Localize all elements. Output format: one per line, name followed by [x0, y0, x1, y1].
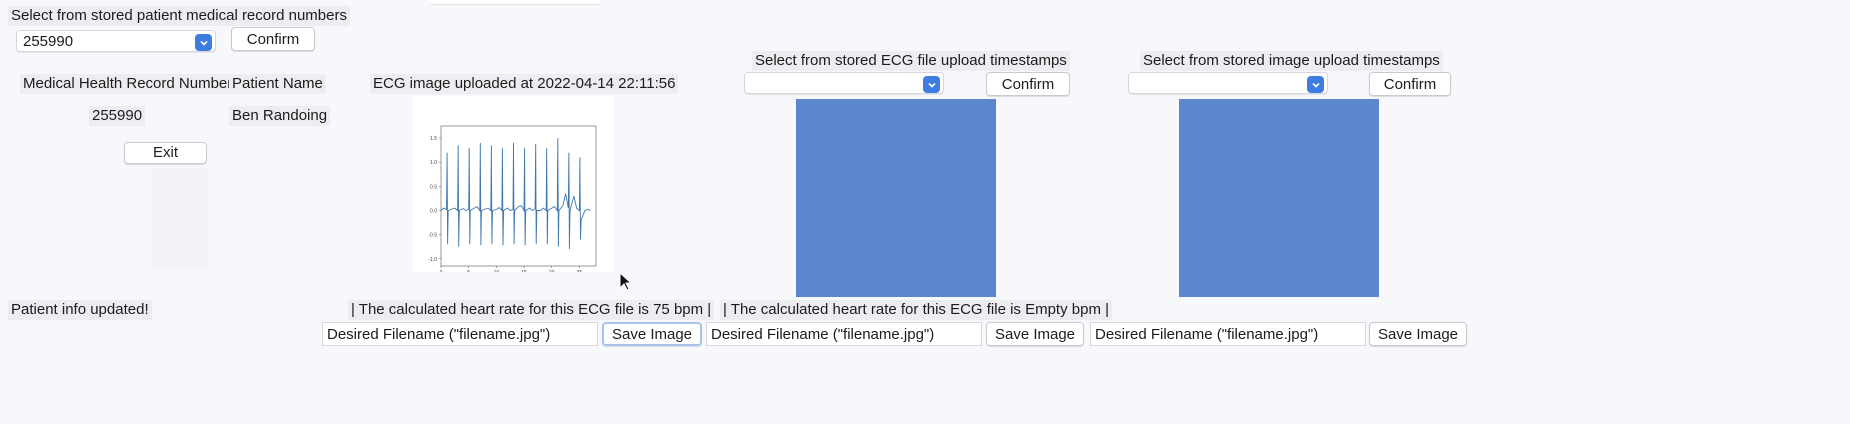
image-timestamp-save-image-button[interactable]: Save Image — [1369, 322, 1467, 346]
y-tick-label: 0.5 — [430, 184, 437, 190]
patient-confirm-button[interactable]: Confirm — [231, 27, 315, 51]
patient-select-label: Select from stored patient medical recor… — [8, 6, 350, 26]
x-tick-label: 0 — [440, 270, 443, 272]
image-timestamp-confirm-button[interactable]: Confirm — [1369, 72, 1451, 96]
y-tick-label: 0.0 — [430, 208, 437, 214]
y-tick-label: -0.5 — [428, 233, 437, 239]
ecg-timestamp-save-image-button[interactable]: Save Image — [986, 322, 1084, 346]
ecg-timestamp-confirm-button[interactable]: Confirm — [986, 72, 1070, 96]
chevron-down-icon — [1307, 76, 1324, 93]
ecg-timestamp-label: Select from stored ECG file upload times… — [752, 51, 1070, 71]
image-timestamp-label: Select from stored image upload timestam… — [1140, 51, 1443, 71]
info-column-bg — [152, 168, 208, 268]
image-timestamp-filename-input[interactable]: Desired Filename ("filename.jpg") — [1090, 322, 1366, 346]
patient-name-header: Patient Name — [229, 74, 326, 94]
ecg-timestamp-select[interactable] — [744, 72, 944, 94]
ecg-filename-input[interactable]: Desired Filename ("filename.jpg") — [322, 322, 598, 346]
patient-record-select[interactable]: 255990 — [16, 30, 216, 52]
x-tick-label: 10 — [494, 270, 500, 272]
ecg-save-image-button[interactable]: Save Image — [602, 322, 702, 346]
mrn-value: 255990 — [89, 106, 146, 126]
ecg-series-line-0 — [440, 138, 591, 250]
top-scroll-edge — [430, 0, 600, 5]
ecg-plot-frame — [440, 125, 597, 267]
chevron-down-icon — [923, 76, 940, 93]
exit-button[interactable]: Exit — [124, 142, 207, 164]
x-tick-label: 5 — [467, 270, 470, 272]
ecg-timestamp-heart-rate: | The calculated heart rate for this ECG… — [720, 300, 1113, 320]
ecg-image-placeholder — [796, 99, 996, 297]
ecg-chart-svg: 1.5 1.0 0.5 0.0 -0.5 -1.0 0 5 10 15 20 25 — [428, 125, 597, 276]
patient-record-select-value: 255990 — [23, 33, 74, 50]
mrn-header: Medical Health Record Number — [20, 74, 236, 94]
ecg-heart-rate: | The calculated heart rate for this ECG… — [348, 300, 715, 320]
x-tick-label: 25 — [577, 270, 583, 272]
ecg-plot: 1.5 1.0 0.5 0.0 -0.5 -1.0 0 5 10 15 20 25 — [413, 96, 613, 276]
x-tick-label: 15 — [521, 270, 527, 272]
patient-name-value: Ben Randoing — [229, 106, 331, 126]
status-message: Patient info updated! — [8, 300, 152, 320]
x-tick-label: 20 — [549, 270, 555, 272]
ecg-upload-title: ECG image uploaded at 2022-04-14 22:11:5… — [370, 74, 679, 94]
y-tick-label: 1.5 — [430, 136, 437, 142]
image-timestamp-select[interactable] — [1128, 72, 1328, 94]
mouse-pointer-icon — [619, 272, 633, 291]
y-tick-label: 1.0 — [430, 160, 437, 166]
y-tick-label: -1.0 — [428, 257, 437, 263]
image-placeholder — [1179, 99, 1379, 297]
ecg-timestamp-filename-input[interactable]: Desired Filename ("filename.jpg") — [706, 322, 982, 346]
chevron-down-icon — [195, 34, 212, 51]
